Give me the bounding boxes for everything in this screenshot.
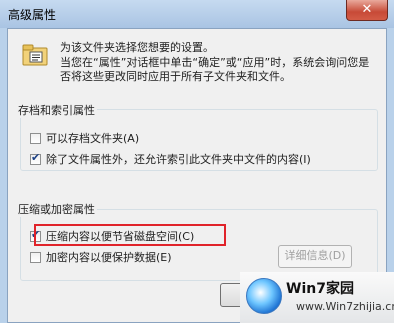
index-checkbox[interactable] xyxy=(30,151,41,165)
watermark-title: Win7家园 xyxy=(286,281,354,297)
index-option-row[interactable]: 除了文件属性外，还允许索引此文件夹中文件的内容(I) xyxy=(30,151,311,167)
archive-checkbox[interactable] xyxy=(30,132,41,144)
intro-text-line2: 当您在“属性”对话框中单击“确定”或“应用”时，系统会询问您是否将这些更改同时应… xyxy=(60,56,370,83)
window-title: 高级属性 xyxy=(8,8,57,22)
archive-option-row[interactable]: 可以存档文件夹(A) xyxy=(30,130,139,146)
encrypt-checkbox[interactable] xyxy=(30,251,41,263)
archive-option-label[interactable]: 可以存档文件夹(A) xyxy=(46,130,139,146)
advanced-attributes-dialog: 高级属性 ✕ 为该文件夹选择您想要的设置。 当您在“属性”对话框中单击“确定”或… xyxy=(0,0,394,323)
intro-text-line1: 为该文件夹选择您想要的设置。 xyxy=(60,41,214,54)
index-option-label[interactable]: 除了文件属性外，还允许索引此文件夹中文件的内容(I) xyxy=(46,151,311,167)
close-button[interactable]: ✕ xyxy=(346,0,388,21)
win7-logo-icon xyxy=(246,278,282,314)
highlight-annotation xyxy=(34,224,226,246)
encrypt-option-label[interactable]: 加密内容以便保护数据(E) xyxy=(46,249,172,265)
compress-encrypt-group-title: 压缩或加密属性 xyxy=(16,201,97,217)
site-watermark: Win7家园 www.Win7zhijia.cn xyxy=(240,272,394,323)
details-button[interactable]: 详细信息(D) xyxy=(278,245,352,268)
folder-settings-icon xyxy=(22,44,48,66)
watermark-url: www.Win7zhijia.cn xyxy=(296,300,394,313)
archive-index-group-title: 存档和索引属性 xyxy=(16,102,97,118)
encrypt-option-row[interactable]: 加密内容以便保护数据(E) xyxy=(30,249,172,265)
title-bar[interactable]: 高级属性 ✕ xyxy=(0,0,394,28)
